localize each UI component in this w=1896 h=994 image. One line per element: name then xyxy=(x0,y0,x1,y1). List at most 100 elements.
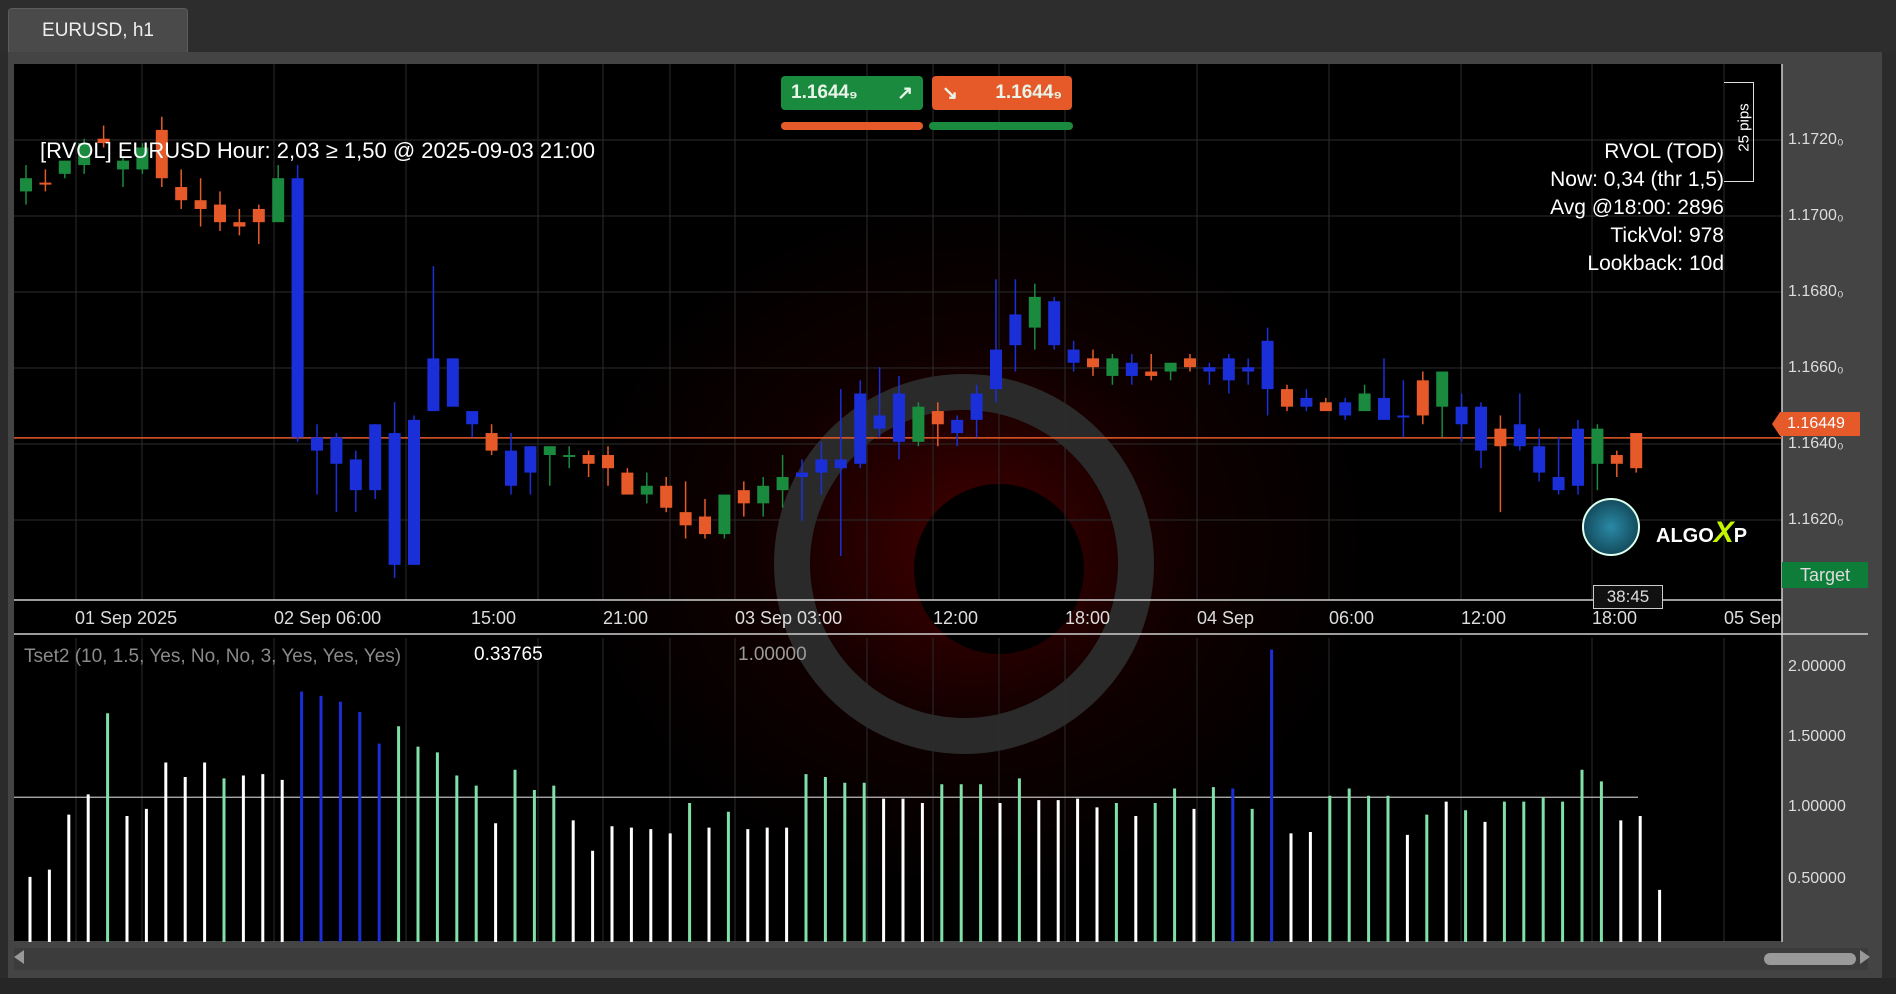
rvol-tickvol: TickVol: 978 xyxy=(1610,224,1724,247)
scroll-right-icon[interactable] xyxy=(1860,950,1870,964)
brand-p: P xyxy=(1733,525,1748,547)
rvol-header: [RVOL] EURUSD Hour: 2,03 ≥ 1,50 @ 2025-0… xyxy=(40,138,595,163)
time-tick: 12:00 xyxy=(933,608,979,628)
candle-body xyxy=(233,222,246,227)
candle-body xyxy=(660,485,673,508)
candle-body xyxy=(873,415,886,429)
pips-label: 25 pips xyxy=(1735,103,1753,152)
candle-body xyxy=(272,178,285,223)
candle-body xyxy=(912,406,925,442)
horizontal-scrollbar[interactable] xyxy=(14,948,1868,970)
price-tick: 1.1680₀ xyxy=(1788,283,1844,300)
arrow-down-right-icon: ↘ xyxy=(942,82,958,104)
candle-body xyxy=(214,204,226,223)
candle-body xyxy=(1009,314,1022,346)
candle-body xyxy=(990,349,1002,390)
candle-body xyxy=(39,182,52,185)
candle-body xyxy=(1125,362,1138,376)
candle-body xyxy=(1436,371,1449,407)
target-button[interactable]: Target xyxy=(1782,562,1868,588)
candle-body xyxy=(1513,424,1526,447)
brand-x: X xyxy=(1713,516,1734,549)
sell-depth-bar xyxy=(929,122,1073,130)
candle-body xyxy=(1533,446,1546,473)
time-tick: 03 Sep 03:00 xyxy=(735,608,843,628)
time-tick: 05 Sep xyxy=(1724,608,1782,628)
candle-body xyxy=(1281,389,1293,407)
candle-body xyxy=(1358,393,1371,412)
candle-body xyxy=(931,411,944,425)
price-tick: 1.1640₀ xyxy=(1788,435,1844,452)
sell-button[interactable]: ↘ 1.1644₉ xyxy=(932,76,1072,110)
candle-body xyxy=(1630,433,1643,469)
rvol-info-box: RVOL (TOD) Now: 0,34 (thr 1,5) Avg @18:0… xyxy=(1550,138,1724,278)
candle-body xyxy=(1397,415,1410,418)
candle-body xyxy=(1261,340,1274,390)
time-tick: 18:00 xyxy=(1065,608,1111,628)
price-tick: 1.1700₀ xyxy=(1788,207,1844,224)
candle-body xyxy=(679,512,692,526)
brand-text: ALGO xyxy=(1656,525,1714,547)
candle-body xyxy=(20,178,32,192)
candle-body xyxy=(330,437,343,464)
candle-body xyxy=(737,490,750,504)
candle-body xyxy=(1164,362,1177,372)
candle-body xyxy=(466,411,479,425)
candle-body xyxy=(602,455,614,469)
rvol-title: RVOL (TOD) xyxy=(1604,140,1724,163)
scrollbar-thumb[interactable] xyxy=(1764,953,1856,965)
candle-body xyxy=(388,433,401,565)
candle-body xyxy=(699,516,711,535)
price-tick: 1.1720₀ xyxy=(1788,131,1844,148)
bar-timer: 38:45 xyxy=(1593,585,1663,609)
candle-body xyxy=(1475,406,1487,451)
pips-ruler: 25 pips xyxy=(1724,82,1754,182)
candle-body xyxy=(796,472,808,477)
time-tick: 15:00 xyxy=(471,608,517,628)
price-tick: 1.1660₀ xyxy=(1788,359,1844,376)
indicator-tick: 1.50000 xyxy=(1788,728,1846,745)
candle-body xyxy=(621,472,634,495)
candle-body xyxy=(291,178,304,438)
rvol-avg: Avg @18:00: 2896 xyxy=(1550,196,1724,219)
buy-depth-bar xyxy=(781,122,923,130)
candle-body xyxy=(951,419,964,434)
candle-body xyxy=(1222,358,1235,381)
candle-body xyxy=(718,494,731,535)
candle-body xyxy=(815,459,828,473)
candle-body xyxy=(1572,428,1584,486)
candle-body xyxy=(505,450,517,486)
candle-body xyxy=(1610,455,1623,464)
candle-body xyxy=(1048,301,1061,346)
price-tick: 1.1620₀ xyxy=(1788,511,1844,528)
buy-button[interactable]: 1.1644₉ ↗ xyxy=(781,76,923,110)
candle-body xyxy=(1203,367,1216,372)
indicator-value: 0.33765 xyxy=(474,644,543,665)
arrow-up-right-icon: ↗ xyxy=(897,82,913,104)
candle-body xyxy=(252,208,265,223)
current-price-tag: 1.16449 xyxy=(1772,412,1860,436)
candle-body xyxy=(1494,428,1507,447)
candle-body xyxy=(1416,380,1429,416)
candle-body xyxy=(427,358,440,412)
candle-body xyxy=(1591,428,1604,464)
indicator-tick: 2.00000 xyxy=(1788,658,1846,675)
candle-body xyxy=(1552,476,1565,491)
candle-body xyxy=(194,200,207,209)
time-tick: 18:00 xyxy=(1592,608,1638,628)
candle-body xyxy=(1378,397,1390,420)
scroll-left-icon[interactable] xyxy=(14,950,24,964)
candle-body xyxy=(485,433,498,451)
candle-body xyxy=(1145,371,1158,376)
candle-body xyxy=(757,485,770,504)
candle-body xyxy=(1067,349,1080,363)
time-tick: 02 Sep 06:00 xyxy=(274,608,382,628)
indicator-label: Tset2 (10, 1.5, Yes, No, No, 3, Yes, Yes… xyxy=(24,646,402,667)
candle-body xyxy=(970,393,983,420)
rvol-lookback: Lookback: 10d xyxy=(1587,252,1724,275)
bottom-strip xyxy=(0,978,1896,994)
indicator-tick: 1.00000 xyxy=(1788,798,1846,815)
indicator-tick: 0.50000 xyxy=(1788,870,1846,887)
candle-body xyxy=(854,393,867,464)
candle-body xyxy=(1184,358,1196,368)
